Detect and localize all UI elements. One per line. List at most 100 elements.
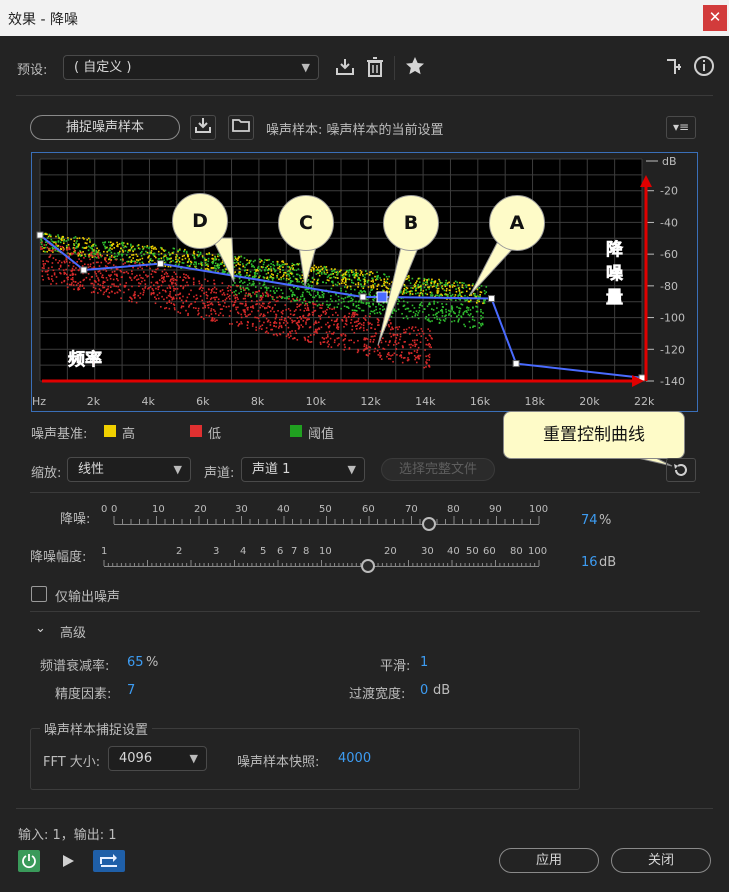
noise-graph[interactable]: dB -20 -40 -60 -80 -100 -120 -140 Hz 2k 4k 6k 8k 10k 1… <box>31 152 698 412</box>
precision-value[interactable]: 7 <box>127 683 135 698</box>
noise-point-threshold <box>362 302 365 304</box>
noise-point-low <box>182 287 184 290</box>
open-folder-icon[interactable] <box>228 115 254 140</box>
noise-point-low <box>236 321 238 323</box>
noise-point-high <box>388 283 391 285</box>
noise-point-high <box>227 257 229 260</box>
routing-icon[interactable] <box>664 56 686 80</box>
noise-point-threshold <box>441 303 443 305</box>
annotation-reduction-amount: 噪 <box>606 264 624 284</box>
noise-point-low <box>128 299 131 302</box>
noise-point-high <box>282 260 284 262</box>
noise-point-low <box>214 312 217 315</box>
noise-point-low <box>65 273 68 276</box>
smoothing-value[interactable]: 1 <box>420 655 428 670</box>
noise-point-low <box>354 313 356 316</box>
close-window-button[interactable]: ✕ <box>703 5 727 31</box>
noise-point-low <box>141 267 144 270</box>
noise-point-threshold <box>432 309 435 311</box>
noise-point-high <box>121 254 123 257</box>
noise-point-high <box>333 276 335 278</box>
noise-reduction-slider-thumb[interactable] <box>421 517 436 531</box>
noise-point-high <box>301 274 304 277</box>
loop-icon[interactable] <box>93 850 125 872</box>
reduce-by-value[interactable]: 16 <box>581 555 598 570</box>
noise-point-low <box>350 318 353 321</box>
noise-point-high <box>418 294 421 297</box>
output-noise-only-checkbox[interactable] <box>31 586 47 602</box>
noise-point-threshold <box>355 309 358 312</box>
noise-point-low <box>41 275 44 277</box>
noise-point-low <box>369 338 372 341</box>
import-noise-icon[interactable] <box>190 115 216 140</box>
noise-point-low <box>255 303 257 306</box>
noise-point-low <box>247 314 250 316</box>
noise-point-low <box>261 324 264 326</box>
freq-tick-label: 12k <box>360 395 381 408</box>
noise-point-low <box>315 322 318 324</box>
noise-point-low <box>306 309 308 312</box>
noise-point-low <box>48 278 50 280</box>
reset-curve-icon[interactable] <box>666 458 696 482</box>
select-entire-file-button[interactable]: 选择完整文件 <box>381 458 495 481</box>
noise-point-threshold <box>414 313 417 315</box>
noise-point-low <box>265 327 268 329</box>
noise-point-high <box>199 251 202 254</box>
noise-point-low <box>87 266 90 269</box>
noise-point-high <box>398 285 401 288</box>
noise-point-threshold <box>312 296 314 298</box>
noise-point-low <box>257 317 260 320</box>
noise-point-threshold <box>466 311 468 314</box>
noise-point-low <box>96 252 99 255</box>
channel-dropdown[interactable]: 声道 1 ▼ <box>241 457 365 482</box>
power-icon[interactable] <box>18 850 40 872</box>
noise-point-low <box>236 296 238 299</box>
transition-width-value[interactable]: 0 <box>420 683 428 698</box>
noise-point-low <box>256 316 258 319</box>
spectral-decay-value[interactable]: 65 <box>127 655 144 670</box>
preset-dropdown[interactable]: ( 自定义 ) ▼ <box>63 55 319 80</box>
noise-graph-canvas[interactable]: dB-20-40-60-80-100-120-140Hz 2k 4k 6k 8k 10k 1… <box>32 153 697 411</box>
noise-point-low <box>95 261 98 264</box>
apply-button[interactable]: 应用 <box>499 848 599 873</box>
noise-point-threshold <box>318 295 321 297</box>
noise-point-low <box>265 317 268 320</box>
favorite-star-icon[interactable] <box>404 55 426 79</box>
noise-point-high <box>246 272 248 274</box>
play-icon[interactable] <box>60 853 76 873</box>
noise-point-high <box>285 277 288 280</box>
graph-menu-icon[interactable]: ▾≡ <box>666 116 696 139</box>
delete-preset-icon[interactable] <box>364 56 386 80</box>
noise-point-low <box>174 308 176 311</box>
noise-point-low <box>362 317 365 319</box>
capture-noise-print-button[interactable]: 捕捉噪声样本 <box>30 115 180 140</box>
noise-point-low <box>222 314 224 317</box>
noise-point-threshold <box>445 303 448 306</box>
noise-point-high <box>98 249 100 252</box>
close-button[interactable]: 关闭 <box>611 848 711 873</box>
scale-dropdown[interactable]: 线性 ▼ <box>67 457 191 482</box>
reduce-by-track[interactable] <box>104 566 539 567</box>
noise-point-low <box>187 275 189 277</box>
noise-point-high <box>445 279 447 282</box>
noise-point-low <box>206 304 209 307</box>
reduce-by-slider-thumb[interactable] <box>361 559 375 573</box>
noise-reduction-value[interactable]: 74 <box>581 513 598 528</box>
noise-point-high <box>246 259 248 261</box>
noise-snapshots-value[interactable]: 4000 <box>338 751 371 766</box>
noise-point-threshold <box>352 303 355 305</box>
noise-point-threshold <box>357 304 360 307</box>
advanced-toggle[interactable]: 高级 <box>60 622 86 641</box>
chevron-down-icon[interactable]: ⌄ <box>35 621 46 636</box>
save-preset-icon[interactable] <box>333 56 357 80</box>
noise-point-high <box>152 254 155 256</box>
noise-reduction-track[interactable] <box>114 524 539 525</box>
noise-point-low <box>176 288 179 290</box>
noise-point-threshold <box>353 288 356 291</box>
info-icon[interactable] <box>692 55 716 79</box>
freq-tick-label: Hz <box>32 395 46 408</box>
noise-point-high <box>130 259 133 262</box>
noise-point-high <box>118 243 121 245</box>
noise-point-low <box>192 307 195 309</box>
fft-size-dropdown[interactable]: 4096 ▼ <box>108 746 207 771</box>
